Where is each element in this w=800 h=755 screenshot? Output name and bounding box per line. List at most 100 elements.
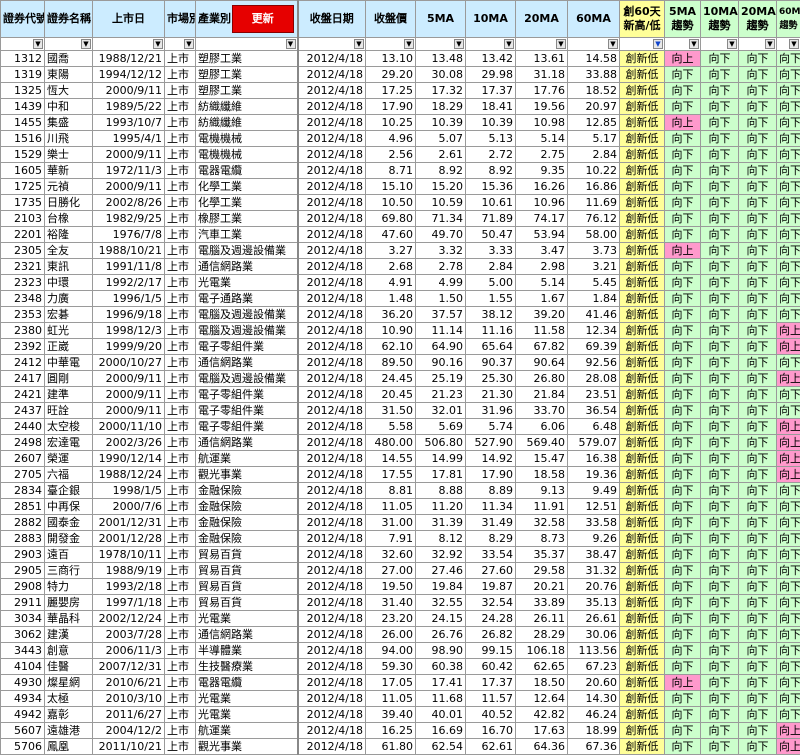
- cell-trend10[interactable]: 向下: [701, 179, 739, 195]
- cell-hl60[interactable]: 創新低: [620, 515, 665, 531]
- cell-code[interactable]: 2498: [1, 435, 45, 451]
- cell-close[interactable]: 13.10: [366, 51, 416, 67]
- cell-industry[interactable]: 電子通路業: [196, 291, 298, 307]
- cell-ma60[interactable]: 12.51: [568, 499, 620, 515]
- cell-trend60[interactable]: 向上: [777, 739, 800, 755]
- cell-ma60[interactable]: 18.52: [568, 83, 620, 99]
- cell-code[interactable]: 1319: [1, 67, 45, 83]
- cell-name[interactable]: 國泰金: [45, 515, 93, 531]
- cell-trend10[interactable]: 向下: [701, 371, 739, 387]
- cell-market[interactable]: 上市: [165, 83, 196, 99]
- cell-industry[interactable]: 光電業: [196, 691, 298, 707]
- cell-industry[interactable]: 塑膠工業: [196, 67, 298, 83]
- cell-ma20[interactable]: 6.06: [516, 419, 568, 435]
- cell-trend20[interactable]: 向下: [739, 259, 777, 275]
- cell-trend60[interactable]: 向上: [777, 339, 800, 355]
- cell-ma5[interactable]: 27.46: [416, 563, 466, 579]
- cell-trend10[interactable]: 向下: [701, 387, 739, 403]
- cell-trend5[interactable]: 向下: [665, 691, 701, 707]
- cell-listdate[interactable]: 1990/12/14: [93, 451, 165, 467]
- cell-market[interactable]: 上市: [165, 323, 196, 339]
- cell-trend10[interactable]: 向下: [701, 435, 739, 451]
- cell-industry[interactable]: 光電業: [196, 275, 298, 291]
- cell-trend60[interactable]: 向下: [777, 675, 800, 691]
- cell-date[interactable]: 2012/4/18: [298, 563, 366, 579]
- cell-hl60[interactable]: 創新低: [620, 67, 665, 83]
- cell-trend5[interactable]: 向下: [665, 739, 701, 755]
- cell-date[interactable]: 2012/4/18: [298, 99, 366, 115]
- cell-date[interactable]: 2012/4/18: [298, 179, 366, 195]
- cell-trend10[interactable]: 向下: [701, 563, 739, 579]
- cell-ma10[interactable]: 60.42: [466, 659, 516, 675]
- cell-ma5[interactable]: 16.69: [416, 723, 466, 739]
- cell-trend5[interactable]: 向上: [665, 115, 701, 131]
- cell-ma20[interactable]: 31.18: [516, 67, 568, 83]
- cell-code[interactable]: 2380: [1, 323, 45, 339]
- cell-ma60[interactable]: 579.07: [568, 435, 620, 451]
- cell-trend5[interactable]: 向下: [665, 323, 701, 339]
- cell-industry[interactable]: 電機機械: [196, 147, 298, 163]
- cell-trend20[interactable]: 向下: [739, 275, 777, 291]
- cell-ma5[interactable]: 62.54: [416, 739, 466, 755]
- dropdown-arrow-icon[interactable]: ▼: [454, 39, 464, 49]
- cell-ma20[interactable]: 13.61: [516, 51, 568, 67]
- cell-trend5[interactable]: 向下: [665, 147, 701, 163]
- cell-ma10[interactable]: 71.89: [466, 211, 516, 227]
- cell-trend60[interactable]: 向下: [777, 627, 800, 643]
- cell-industry[interactable]: 通信網路業: [196, 627, 298, 643]
- cell-listdate[interactable]: 2000/9/11: [93, 371, 165, 387]
- cell-trend60[interactable]: 向下: [777, 243, 800, 259]
- cell-industry[interactable]: 電器電纜: [196, 675, 298, 691]
- cell-name[interactable]: 臺企銀: [45, 483, 93, 499]
- cell-date[interactable]: 2012/4/18: [298, 211, 366, 227]
- cell-market[interactable]: 上市: [165, 659, 196, 675]
- cell-name[interactable]: 圓剛: [45, 371, 93, 387]
- cell-listdate[interactable]: 2000/9/11: [93, 403, 165, 419]
- cell-ma20[interactable]: 90.64: [516, 355, 568, 371]
- cell-date[interactable]: 2012/4/18: [298, 83, 366, 99]
- cell-ma20[interactable]: 28.29: [516, 627, 568, 643]
- cell-name[interactable]: 榮運: [45, 451, 93, 467]
- cell-market[interactable]: 上市: [165, 419, 196, 435]
- cell-code[interactable]: 2421: [1, 387, 45, 403]
- cell-ma60[interactable]: 41.46: [568, 307, 620, 323]
- cell-name[interactable]: 元禎: [45, 179, 93, 195]
- cell-close[interactable]: 10.90: [366, 323, 416, 339]
- cell-trend20[interactable]: 向下: [739, 499, 777, 515]
- cell-ma20[interactable]: 62.65: [516, 659, 568, 675]
- cell-close[interactable]: 480.00: [366, 435, 416, 451]
- cell-date[interactable]: 2012/4/18: [298, 291, 366, 307]
- cell-name[interactable]: 國喬: [45, 51, 93, 67]
- cell-ma5[interactable]: 71.34: [416, 211, 466, 227]
- dropdown-arrow-icon[interactable]: ▼: [404, 39, 414, 49]
- dropdown-arrow-icon[interactable]: ▼: [504, 39, 514, 49]
- cell-hl60[interactable]: 創新低: [620, 355, 665, 371]
- cell-listdate[interactable]: 1988/9/19: [93, 563, 165, 579]
- cell-name[interactable]: 佳醫: [45, 659, 93, 675]
- cell-hl60[interactable]: 創新低: [620, 403, 665, 419]
- cell-ma60[interactable]: 12.34: [568, 323, 620, 339]
- cell-industry[interactable]: 航運業: [196, 451, 298, 467]
- cell-date[interactable]: 2012/4/18: [298, 67, 366, 83]
- cell-close[interactable]: 31.50: [366, 403, 416, 419]
- cell-trend60[interactable]: 向下: [777, 643, 800, 659]
- cell-trend60[interactable]: 向下: [777, 147, 800, 163]
- dropdown-arrow-icon[interactable]: ▼: [765, 39, 775, 49]
- cell-hl60[interactable]: 創新低: [620, 211, 665, 227]
- cell-industry[interactable]: 金融保險: [196, 483, 298, 499]
- cell-ma60[interactable]: 67.23: [568, 659, 620, 675]
- cell-trend60[interactable]: 向上: [777, 323, 800, 339]
- cell-trend5[interactable]: 向下: [665, 99, 701, 115]
- cell-name[interactable]: 太空梭: [45, 419, 93, 435]
- cell-trend60[interactable]: 向下: [777, 691, 800, 707]
- cell-trend10[interactable]: 向下: [701, 611, 739, 627]
- cell-market[interactable]: 上市: [165, 115, 196, 131]
- cell-industry[interactable]: 紡織纖維: [196, 99, 298, 115]
- cell-ma5[interactable]: 506.80: [416, 435, 466, 451]
- cell-hl60[interactable]: 創新低: [620, 115, 665, 131]
- cell-date[interactable]: 2012/4/18: [298, 531, 366, 547]
- cell-industry[interactable]: 塑膠工業: [196, 51, 298, 67]
- cell-ma10[interactable]: 8.89: [466, 483, 516, 499]
- cell-industry[interactable]: 化學工業: [196, 179, 298, 195]
- cell-ma10[interactable]: 10.61: [466, 195, 516, 211]
